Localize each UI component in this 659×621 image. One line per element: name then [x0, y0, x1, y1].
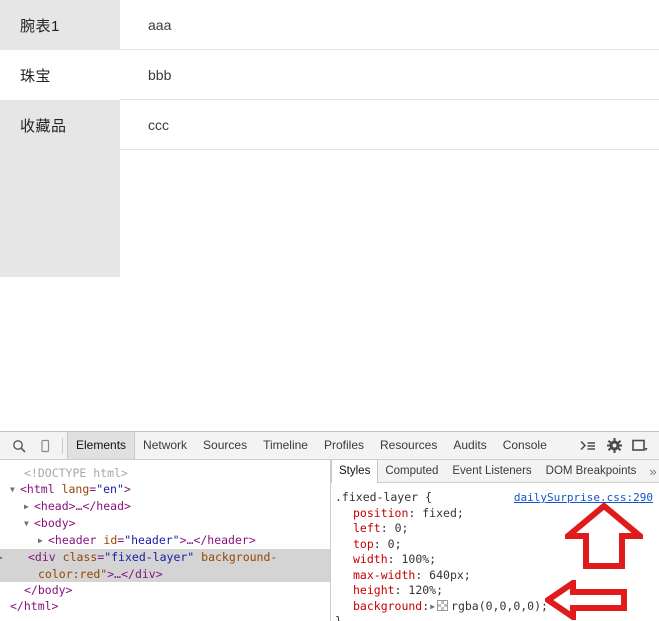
styles-tabbar: Styles Computed Event Listeners DOM Brea… [331, 460, 659, 483]
expand-triangle-icon[interactable]: ▶ [38, 533, 48, 549]
list-item-label: ccc [148, 116, 169, 133]
dom-tree-pane[interactable]: <!DOCTYPE html> ▼ <html lang="en"> ▶ <head… [0, 460, 330, 621]
css-declaration-max-width[interactable]: max-width: 640px; [335, 568, 659, 584]
css-rule-close: } [335, 614, 342, 621]
css-value: 120%; [408, 583, 444, 597]
css-declaration-height[interactable]: height: 120%; [335, 583, 659, 599]
tab-console[interactable]: Console [495, 432, 555, 459]
css-source-link[interactable]: dailySurprise.css:290 [514, 490, 653, 506]
expand-triangle-icon[interactable]: ▶ [24, 499, 34, 515]
tab-styles[interactable]: Styles [331, 460, 379, 483]
list-item-label: aaa [148, 16, 172, 33]
content-list: aaa bbb ccc [120, 0, 659, 431]
dom-node-html[interactable]: ▼ <html lang="en"> [0, 481, 330, 498]
css-property: background [353, 598, 423, 613]
css-property: position [353, 505, 409, 520]
tab-timeline[interactable]: Timeline [255, 432, 316, 459]
dom-node-html-close: </html> [0, 598, 330, 614]
styles-pane: Styles Computed Event Listeners DOM Brea… [330, 460, 659, 621]
settings-gear-icon[interactable] [601, 433, 627, 459]
tab-elements[interactable]: Elements [67, 432, 136, 459]
devtools-body: <!DOCTYPE html> ▼ <html lang="en"> ▶ <head… [0, 460, 659, 621]
css-declaration-background[interactable]: background:▶ rgba(0,0,0,0); [335, 599, 659, 615]
expand-triangle-icon[interactable]: ▶ [0, 550, 28, 566]
sidebar-item-watch[interactable]: 腕表1 [0, 0, 120, 50]
tab-audits[interactable]: Audits [445, 432, 494, 459]
dom-tag-close: >…</div> [107, 567, 163, 581]
sidebar-item-collectibles[interactable]: 收藏品 [0, 100, 120, 150]
dom-tag-close: > [123, 482, 131, 496]
dock-panel-icon[interactable] [627, 433, 653, 459]
sidebar-filler [0, 150, 120, 277]
list-item[interactable]: bbb [120, 50, 659, 100]
expand-triangle-icon[interactable]: ▼ [10, 482, 20, 498]
dom-attr-value: "en" [96, 482, 124, 496]
css-declaration-width[interactable]: width: 100%; [335, 552, 659, 568]
dom-tag: </body> [24, 583, 73, 597]
css-property: width [353, 552, 388, 566]
device-toolbar-icon[interactable] [32, 433, 58, 459]
tab-dom-breakpoints[interactable]: DOM Breakpoints [539, 460, 644, 483]
tab-network[interactable]: Network [135, 432, 195, 459]
expand-triangle-icon[interactable]: ▶ [430, 599, 435, 615]
color-swatch-icon[interactable] [437, 599, 449, 611]
dom-node-fixed-layer[interactable]: ▶ <div class="fixed-layer" background-col… [0, 549, 330, 582]
css-value: 640px; [429, 567, 471, 582]
css-value: 100%; [401, 552, 437, 566]
dom-tag: </html> [10, 599, 59, 613]
tab-profiles[interactable]: Profiles [316, 432, 372, 459]
sidebar-item-label: 收藏品 [20, 117, 67, 135]
devtools-toolbar: Elements Network Sources Timeline Profil… [0, 432, 659, 460]
css-property: height [353, 583, 395, 597]
css-property: left [353, 521, 381, 535]
css-rule-header: .fixed-layer { dailySurprise.css:290 [335, 490, 659, 506]
tab-sources[interactable]: Sources [195, 432, 255, 459]
dom-node-body[interactable]: ▼ <body> [0, 515, 330, 532]
tab-computed[interactable]: Computed [378, 460, 445, 483]
dom-attr-value: "header" [124, 533, 180, 547]
dom-tag: <html [20, 482, 55, 496]
css-property: max-width [353, 567, 416, 582]
search-icon[interactable] [6, 433, 32, 459]
css-declaration-top[interactable]: top: 0; [335, 537, 659, 553]
styles-rule-list: .fixed-layer { dailySurprise.css:290 pos… [331, 483, 659, 621]
css-value: 0; [387, 536, 402, 551]
css-value: 0; [394, 521, 409, 535]
dom-attr-value: "fixed-layer" [104, 550, 195, 564]
dom-node-body-close: </body> [0, 582, 330, 598]
dom-tag: <head>…</head> [34, 499, 131, 513]
dom-attr-name: class [62, 550, 98, 564]
dom-tag: <body> [34, 516, 76, 530]
css-property: top [353, 536, 374, 551]
tab-overflow-icon[interactable]: » [643, 464, 659, 479]
dom-tag-close: >…</header> [179, 533, 256, 547]
dom-attr-name: id [103, 533, 118, 547]
toolbar-divider [62, 437, 63, 454]
dom-tag: <div [28, 550, 56, 564]
dom-node-header[interactable]: ▶ <header id="header">…</header> [0, 532, 330, 549]
css-declaration-left[interactable]: left: 0; [335, 521, 659, 537]
sidebar-item-jewelry[interactable]: 珠宝 [0, 50, 120, 100]
devtools-panel: Elements Network Sources Timeline Profil… [0, 431, 659, 621]
category-sidebar: 腕表1 珠宝 收藏品 [0, 0, 120, 277]
dom-node-head[interactable]: ▶ <head>…</head> [0, 498, 330, 515]
dom-attr-name: lang [61, 482, 90, 496]
list-item-label: bbb [148, 66, 172, 83]
console-drawer-icon[interactable] [575, 433, 601, 459]
expand-triangle-icon[interactable]: ▼ [24, 516, 34, 532]
css-selector: .fixed-layer { [335, 490, 432, 504]
dom-doctype: <!DOCTYPE html> [24, 466, 128, 480]
list-item[interactable]: aaa [120, 0, 659, 50]
dom-tag: <header [48, 533, 97, 547]
page-viewport: 腕表1 珠宝 收藏品 aaa bbb ccc [0, 0, 659, 431]
sidebar-item-label: 腕表1 [20, 17, 60, 35]
sidebar-item-label: 珠宝 [20, 67, 52, 85]
tab-resources[interactable]: Resources [372, 432, 445, 459]
css-declaration-position[interactable]: position: fixed; [335, 506, 659, 522]
list-item[interactable]: ccc [120, 100, 659, 150]
css-value: rgba(0,0,0,0); [451, 598, 548, 613]
tab-event-listeners[interactable]: Event Listeners [445, 460, 538, 483]
css-value: fixed; [422, 505, 464, 520]
